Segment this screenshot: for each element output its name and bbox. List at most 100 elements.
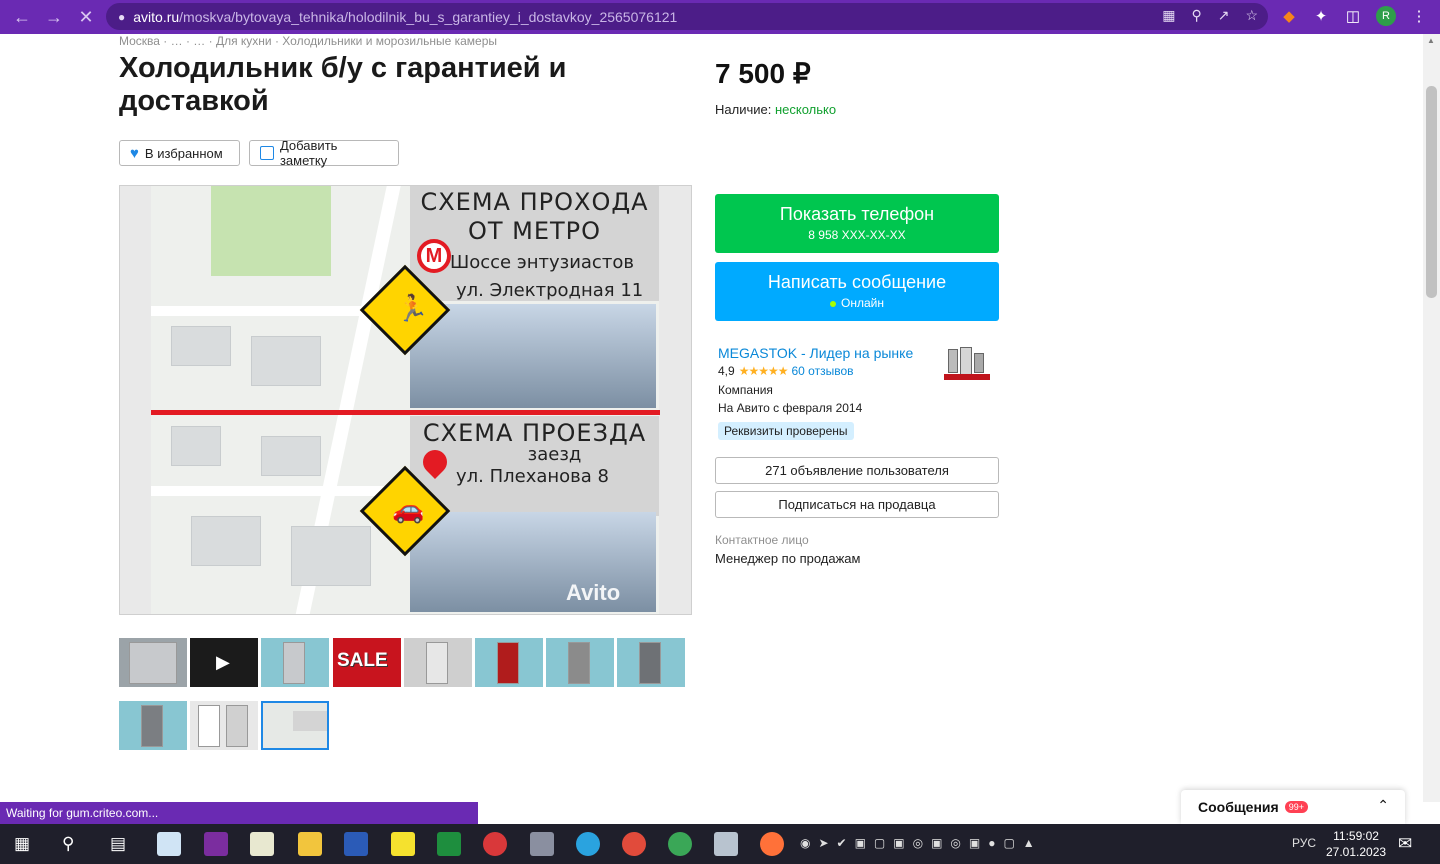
task-view-icon[interactable]: ▤ <box>110 834 126 854</box>
availability: Наличие: несколько <box>715 102 836 117</box>
search-icon[interactable]: ⚲ <box>62 834 74 854</box>
browser-status-bar: Waiting for gum.criteo.com... <box>0 802 478 824</box>
onenote-icon[interactable] <box>204 832 228 856</box>
chrome-icon[interactable] <box>622 832 646 856</box>
seller-rating: 4,9 ★★★★★ 60 отзывов <box>718 364 854 378</box>
windows-start-icon[interactable]: ▦ <box>14 834 30 854</box>
profile-avatar[interactable]: R <box>1376 6 1396 26</box>
translate-icon[interactable]: ▦ <box>1162 7 1175 24</box>
scroll-up-arrow-icon[interactable]: ▲ <box>1427 36 1435 45</box>
favorite-label: В избранном <box>144 145 223 161</box>
seller-logo[interactable] <box>944 347 990 383</box>
browser-toolbar: ← → ✕ ● avito.ru/moskva/bytovaya_tehnika… <box>0 0 1440 34</box>
url-host: avito.ru <box>133 8 180 25</box>
show-phone-label: Показать телефон <box>779 204 935 224</box>
forward-icon[interactable]: → <box>38 0 70 34</box>
main-listing-image[interactable]: СХЕМА ПРОХОДА ОТ МЕТРО М Шоссе энтузиаст… <box>119 185 692 615</box>
contact-person-value: Менеджер по продажам <box>715 551 861 566</box>
car-icon: 🚗 <box>392 494 425 524</box>
write-message-label: Написать сообщение <box>767 272 947 292</box>
availability-label: Наличие: <box>715 102 772 117</box>
subscribe-seller-button[interactable]: Подписаться на продавца <box>715 491 999 518</box>
gallery-thumbnail-video[interactable]: ▶ <box>190 638 258 687</box>
write-message-button[interactable]: Написать сообщение Онлайн <box>715 262 999 321</box>
sheets-icon[interactable] <box>437 832 461 856</box>
metro-logo-icon: М <box>417 239 451 273</box>
gallery-thumbnail[interactable] <box>617 638 685 687</box>
word-icon[interactable] <box>344 832 368 856</box>
drive-entry: заезд <box>527 444 582 465</box>
clock-date: 27.01.2023 <box>1326 845 1387 859</box>
spreadsheet-app-icon[interactable] <box>250 832 274 856</box>
availability-value: несколько <box>774 102 837 117</box>
show-phone-button[interactable]: Показать телефон 8 958 XXX-XX-XX <box>715 194 999 253</box>
breadcrumb[interactable]: Москва · … · … · Для кухни · Холодильник… <box>119 34 497 48</box>
notifications-icon[interactable]: ✉ <box>1398 834 1412 854</box>
share-icon[interactable]: ↗ <box>1218 7 1230 24</box>
page-scrollbar[interactable]: ▲ <box>1423 34 1440 802</box>
gallery-thumbnail[interactable] <box>119 638 187 687</box>
pedestrian-icon: 🏃 <box>396 293 429 323</box>
firefox-icon[interactable] <box>760 832 784 856</box>
notepad-icon[interactable] <box>157 832 181 856</box>
zoom-icon[interactable]: ⚲ <box>1191 7 1201 24</box>
browser-menu-icon[interactable]: ⋮ <box>1410 7 1428 25</box>
walk-address: ул. Электродная 11 <box>456 280 644 301</box>
contact-person-label: Контактное лицо <box>715 533 809 547</box>
chevron-up-icon[interactable]: ⌃ <box>1377 797 1389 814</box>
lock-icon[interactable]: ● <box>118 10 125 24</box>
online-status: Онлайн <box>715 296 999 310</box>
rating-stars-icon: ★★★★★ <box>738 364 789 378</box>
note-icon <box>260 146 274 160</box>
language-indicator[interactable]: РУС <box>1292 836 1316 850</box>
gallery-thumbnail[interactable] <box>190 701 258 750</box>
file-explorer-icon[interactable] <box>298 832 322 856</box>
gallery-thumbnail[interactable] <box>546 638 614 687</box>
address-bar[interactable]: ● avito.ru/moskva/bytovaya_tehnika/holod… <box>106 3 1268 30</box>
chrome-profile-icon[interactable] <box>668 832 692 856</box>
online-dot-icon <box>830 300 837 307</box>
bookmark-star-icon[interactable]: ☆ <box>1245 7 1258 24</box>
online-status-text: Онлайн <box>841 296 884 310</box>
walk-scheme-title: СХЕМА ПРОХОДА <box>420 188 649 216</box>
drive-address: ул. Плеханова 8 <box>456 466 609 487</box>
verified-badge[interactable]: Реквизиты проверены <box>718 422 854 440</box>
gallery-thumbnail[interactable] <box>404 638 472 687</box>
scroll-thumb[interactable] <box>1426 86 1437 298</box>
gallery-thumbnail[interactable] <box>475 638 543 687</box>
metro-station: Шоссе энтузиастов <box>450 252 634 273</box>
back-icon[interactable]: ← <box>6 0 38 34</box>
gallery-thumbnail-selected[interactable] <box>261 701 329 750</box>
phone-masked: 8 958 XXX-XX-XX <box>808 228 906 242</box>
sale-text: SALE <box>337 650 388 671</box>
add-note-button[interactable]: Добавить заметку <box>249 138 399 168</box>
telegram-icon[interactable] <box>576 832 600 856</box>
messages-widget[interactable]: Сообщения 99+ ⌃ <box>1181 790 1405 824</box>
seller-type: Компания <box>718 383 773 397</box>
calculator-icon[interactable] <box>714 832 738 856</box>
system-clock[interactable]: 11:59:02 27.01.2023 <box>1326 828 1386 860</box>
page-title: Холодильник б/у с гарантией и доставкой <box>119 52 567 117</box>
stop-loading-icon[interactable]: ✕ <box>70 0 102 34</box>
windows-taskbar: ▦ ⚲ ▤ ◉➤✔▣▢▣◎▣◎▣●▢▲ РУС 11:59:02 27.01.2… <box>0 824 1440 864</box>
app-icon[interactable] <box>483 832 507 856</box>
tray-icons[interactable]: ◉➤✔▣▢▣◎▣◎▣●▢▲ <box>800 836 1043 850</box>
url-path: /moskva/bytovaya_tehnika/holodilnik_bu_s… <box>179 8 678 25</box>
drive-scheme-title: СХЕМА ПРОЕЗДА <box>422 419 647 447</box>
gallery-thumbnail[interactable] <box>119 701 187 750</box>
seller-ads-button[interactable]: 271 объявление пользователя <box>715 457 999 484</box>
gallery-thumbnail-sale[interactable]: SALE <box>333 638 401 687</box>
divider-red-line <box>151 410 660 415</box>
side-panel-icon[interactable]: ◫ <box>1344 7 1362 25</box>
reviews-link[interactable]: 60 отзывов <box>791 364 853 378</box>
avito-watermark: Avito <box>566 580 621 605</box>
add-note-label: Добавить заметку <box>279 138 338 168</box>
messages-label: Сообщения <box>1198 799 1279 815</box>
app-icon[interactable] <box>530 832 554 856</box>
extensions-puzzle-icon[interactable]: ✦ <box>1312 7 1330 25</box>
favorite-button[interactable]: ♥ В избранном <box>119 140 240 166</box>
seller-name-link[interactable]: MEGASTOK - Лидер на рынке <box>718 345 913 361</box>
sticky-notes-icon[interactable] <box>391 832 415 856</box>
metamask-extension-icon[interactable]: ◆ <box>1280 7 1298 25</box>
gallery-thumbnail[interactable] <box>261 638 329 687</box>
